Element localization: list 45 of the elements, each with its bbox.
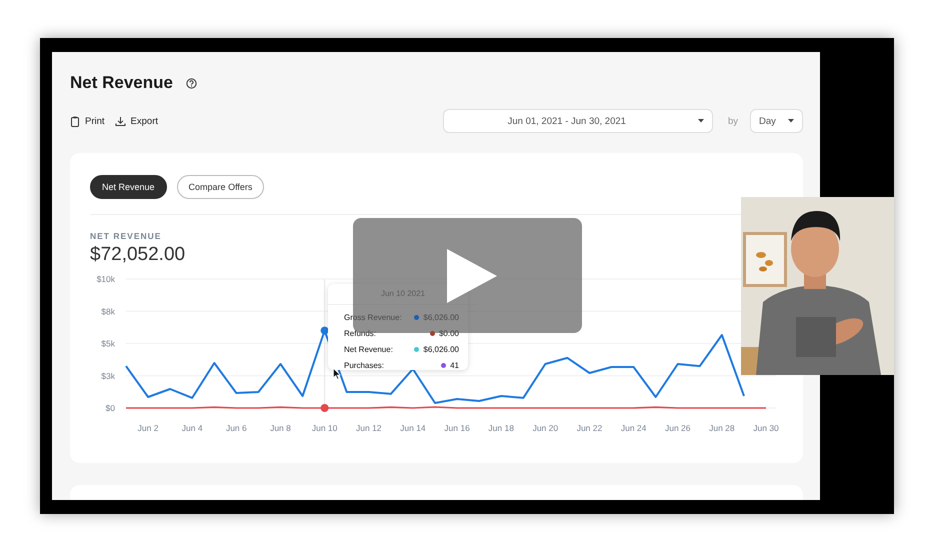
tab[interactable]: Net Revenue — [90, 175, 167, 199]
download-icon — [114, 116, 126, 126]
x-axis-label: Jun 12 — [356, 423, 382, 433]
x-axis-label: Jun 10 — [312, 423, 338, 433]
x-axis-label: Jun 22 — [576, 423, 602, 433]
tooltip-value: 41 — [450, 360, 459, 370]
tooltip-label: Purchases: — [344, 360, 386, 370]
x-axis-label: Jun 14 — [400, 423, 426, 433]
data-point — [320, 404, 329, 412]
x-axis-label: Jun 30 — [753, 423, 779, 433]
data-point — [320, 326, 329, 335]
tooltip-value: $6,026.00 — [423, 344, 459, 354]
tooltip-label: Net Revenue: — [344, 344, 394, 354]
x-axis-label: Jun 26 — [664, 423, 691, 433]
export-button[interactable]: Export — [114, 116, 158, 126]
help-icon[interactable] — [186, 78, 197, 88]
page-title: Net Revenue — [70, 73, 173, 93]
tooltip-label: Refunds: — [344, 328, 378, 338]
caret-icon — [698, 119, 704, 123]
y-axis-label: $3k — [101, 370, 115, 381]
y-axis-label: $5k — [101, 338, 115, 348]
play-icon — [446, 248, 496, 302]
tooltip-value: $6,026.00 — [423, 312, 459, 322]
tab[interactable]: Compare Offers — [176, 175, 264, 199]
x-axis-label: Jun 6 — [226, 423, 247, 433]
x-axis-label: Jun 24 — [620, 423, 646, 433]
by-label: by — [728, 116, 738, 126]
clipboard-icon — [70, 116, 80, 126]
tooltip-value: $0.00 — [438, 328, 459, 338]
x-axis-label: Jun 2 — [138, 423, 158, 433]
y-axis-label: $8k — [101, 306, 115, 316]
x-axis-label: Jun 20 — [532, 423, 558, 433]
date-range-dropdown[interactable]: Jun 01, 2021 - Jun 30, 2021 — [442, 109, 713, 133]
x-axis-label: Jun 8 — [270, 423, 291, 433]
interval-dropdown[interactable]: Day — [750, 109, 803, 133]
y-axis-label: $10k — [96, 274, 115, 284]
x-axis-label: Jun 4 — [182, 423, 203, 433]
print-button[interactable]: Print — [70, 116, 105, 126]
metric-value: $72,052.00 — [90, 244, 186, 266]
x-axis-label: Jun 18 — [488, 423, 514, 433]
caret-icon — [788, 119, 794, 123]
y-axis-label: $0 — [106, 403, 115, 413]
metric-label: NET REVENUE — [90, 231, 162, 241]
x-axis-label: Jun 16 — [444, 423, 470, 433]
x-axis-label: Jun 28 — [709, 423, 735, 433]
